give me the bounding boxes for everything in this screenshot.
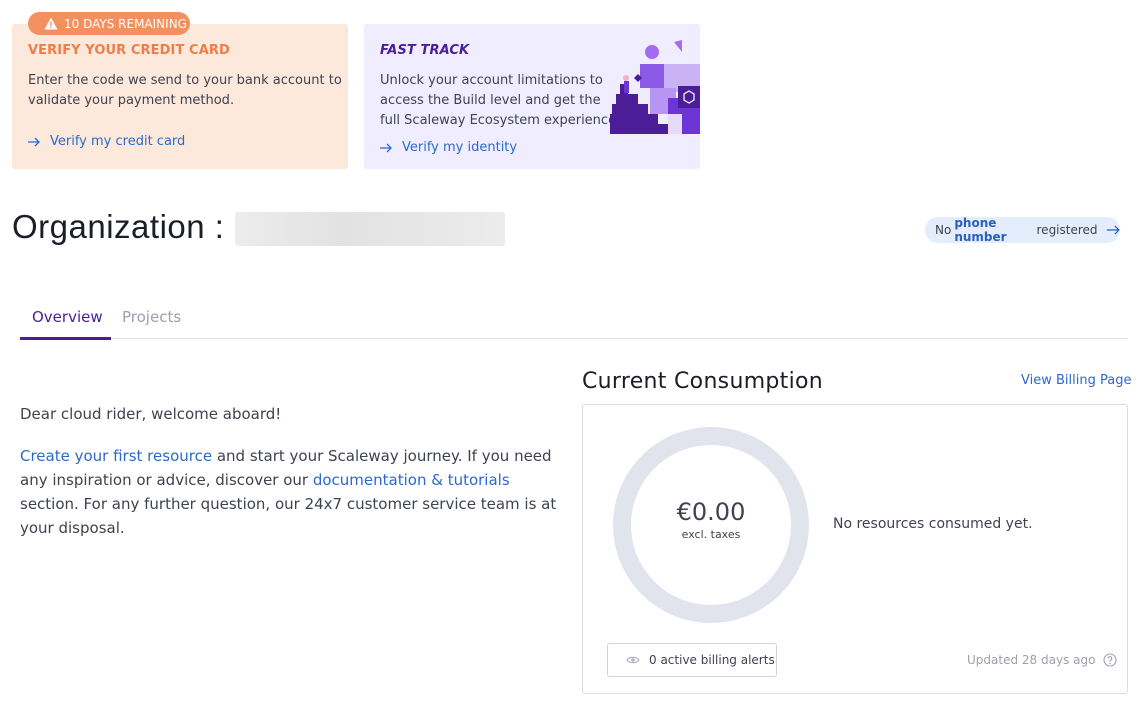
fast-track-title: FAST TRACK [380,43,470,58]
welcome-text: section. For any further question, our 2… [20,495,557,537]
last-updated: Updated 28 days ago [967,653,1117,667]
consumption-amount-note: excl. taxes [681,528,741,541]
help-icon[interactable] [1103,653,1117,667]
last-updated-label: Updated 28 days ago [967,653,1096,667]
documentation-tutorials-link[interactable]: documentation & tutorials [313,471,510,489]
days-remaining-badge: 10 DAYS REMAINING [28,12,190,35]
credit-banner-text: Enter the code we send to your bank acco… [28,71,342,111]
credit-banner-title: VERIFY YOUR CREDIT CARD [28,43,230,58]
arrow-right-icon [380,143,392,152]
tab-overview[interactable]: Overview [32,308,103,326]
tab-projects[interactable]: Projects [122,308,181,326]
view-billing-page-link[interactable]: View Billing Page [1021,373,1131,388]
phone-pill-suffix: registered [1036,223,1098,237]
eye-icon [626,656,640,664]
verify-identity-link-label: Verify my identity [402,140,518,155]
fast-track-text-line: Unlock your account limitations to [380,73,603,88]
credit-banner-text-line: Enter the code we send to your bank acco… [28,73,342,88]
consumption-status: No resources consumed yet. [833,516,1033,532]
active-tab-indicator [20,337,111,340]
welcome-intro: Create your first resource and start you… [20,444,570,540]
consumption-amount: €0.00 [676,498,746,526]
fast-track-text-line: access the Build level and get the [380,93,601,108]
verify-identity-link[interactable]: Verify my identity [380,140,517,155]
fast-track-illustration [610,40,700,134]
consumption-panel: €0.00 excl. taxes No resources consumed … [582,404,1128,694]
verify-credit-card-banner: VERIFY YOUR CREDIT CARD Enter the code w… [12,24,348,169]
arrow-right-icon [1106,225,1120,235]
organization-tabs: Overview Projects [20,300,1128,340]
verify-credit-card-link[interactable]: Verify my credit card [28,134,185,149]
warning-icon [44,17,58,30]
phone-pill-prefix: No [935,223,952,237]
fast-track-text-line: full Scaleway Ecosystem experience! [380,113,622,128]
fast-track-banner: FAST TRACK Unlock your account limitatio… [364,24,700,169]
verify-credit-card-link-label: Verify my credit card [50,134,186,149]
billing-alerts-label: 0 active billing alerts [649,653,775,667]
create-first-resource-link[interactable]: Create your first resource [20,447,212,465]
days-remaining-label: 10 DAYS REMAINING [64,16,187,31]
organization-name-redacted [235,212,505,246]
fast-track-text: Unlock your account limitations to acces… [380,71,621,131]
arrow-right-icon [28,137,40,146]
organization-title: Organization : [12,208,225,245]
phone-number-pill[interactable]: No phone number registered [925,216,1120,244]
welcome-greeting: Dear cloud rider, welcome aboard! [20,405,282,423]
current-consumption-title: Current Consumption [582,369,824,394]
phone-pill-emphasis: phone number [954,216,1007,244]
credit-banner-text-line: validate your payment method. [28,93,235,108]
billing-alerts-button[interactable]: 0 active billing alerts [607,643,777,677]
